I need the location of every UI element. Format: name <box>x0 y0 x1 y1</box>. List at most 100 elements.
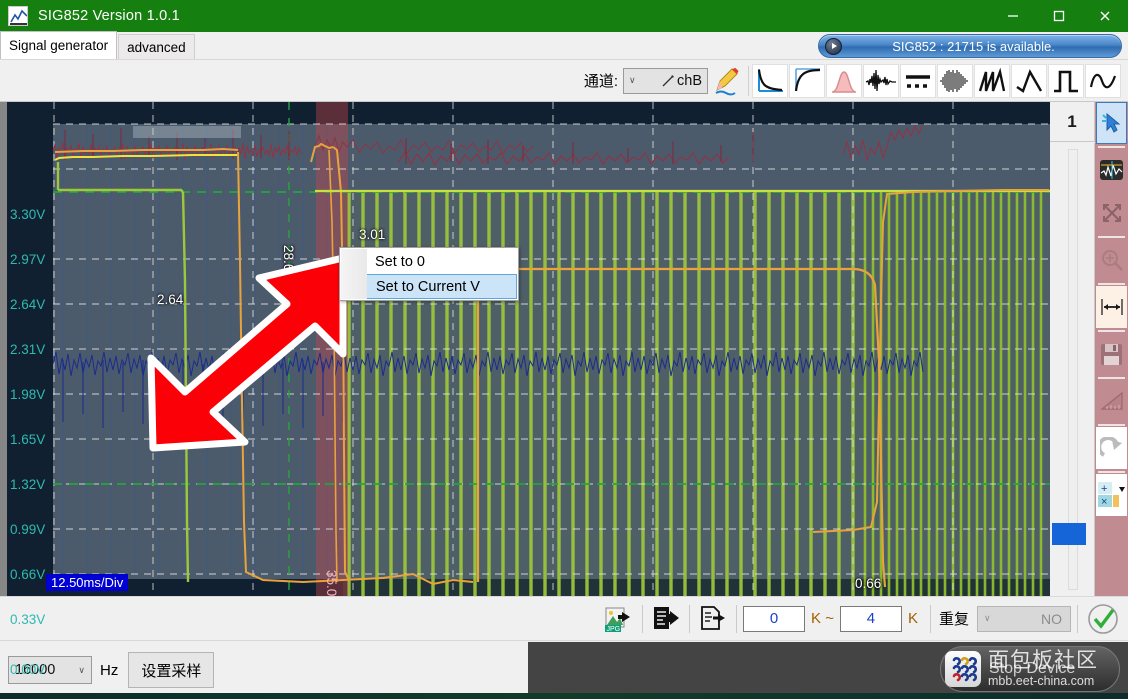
context-menu-gutter <box>341 249 367 299</box>
pencil-small-icon <box>662 74 674 86</box>
noise-burst-icon[interactable] <box>863 63 899 98</box>
redo-arrow-icon[interactable] <box>1096 427 1127 469</box>
chevron-down-icon: ∨ <box>984 613 991 623</box>
scrollbar-thumb[interactable] <box>1052 523 1086 545</box>
zoom-in-icon[interactable] <box>1096 239 1127 281</box>
y-tick-2: 2.64V <box>10 297 46 312</box>
waveform-thumb-icon[interactable] <box>1096 149 1127 191</box>
tab-advanced[interactable]: advanced <box>118 34 195 59</box>
desktop-taskbar <box>0 693 1128 699</box>
toolbar-divider <box>748 65 749 96</box>
y-tick-9: 0.33V <box>10 612 46 627</box>
palette-divider <box>1098 377 1125 379</box>
gaussian-icon[interactable] <box>826 63 862 98</box>
window-title: SIG852 Version 1.0.1 <box>38 8 180 24</box>
ruler-triangle-icon[interactable] <box>1096 380 1127 422</box>
status-notification[interactable]: SIG852 : 21715 is available. <box>818 34 1122 58</box>
plot-area[interactable]: 2.64 28.63 3.01 35.00 0.66 <box>53 102 1050 596</box>
palette-divider <box>1098 236 1125 238</box>
vertical-tool-palette: + × <box>1095 102 1128 596</box>
sine-icon[interactable] <box>1085 63 1121 98</box>
toolbar-divider <box>642 604 644 633</box>
toolbar-divider <box>1077 604 1078 633</box>
window-controls <box>990 0 1128 32</box>
triangle-icon[interactable] <box>1011 63 1047 98</box>
palette-divider <box>1098 424 1125 426</box>
repeat-value: NO <box>1041 610 1062 627</box>
menu-item-set-to-current-v[interactable]: Set to Current V <box>341 274 517 299</box>
dc-dashed-icon[interactable] <box>900 63 936 98</box>
svg-text:×: × <box>1101 496 1107 508</box>
y-tick-6: 1.32V <box>10 477 46 492</box>
bottom-toolbar: JPG 0 K ~ 4 K 重复 ∨ NO <box>0 596 1128 640</box>
add-remove-icon[interactable]: + × <box>1096 474 1127 516</box>
horizontal-measure-icon[interactable] <box>1096 286 1127 328</box>
channel-value: chB <box>661 73 702 89</box>
stop-device-button[interactable]: Stop Device <box>940 646 1120 692</box>
app-icon <box>8 6 28 26</box>
expand-arrows-icon[interactable] <box>1096 192 1127 234</box>
svg-text:+: + <box>1101 483 1107 495</box>
channel-number-label: 1 <box>1050 102 1095 142</box>
exp-decay-icon[interactable] <box>752 63 788 98</box>
y-tick-7: 0.99V <box>10 522 46 537</box>
play-circle-icon <box>825 37 842 55</box>
range-end-input[interactable]: 4 <box>839 605 902 632</box>
range-unit-left: K ~ <box>811 610 834 627</box>
pencil-edit-icon[interactable] <box>708 64 744 98</box>
export-jpg-icon[interactable]: JPG <box>602 602 636 636</box>
channel-label: 通道: <box>583 73 618 90</box>
time-per-division-badge: 12.50ms/Div <box>46 574 129 591</box>
stop-device-label: Stop Device <box>989 660 1076 677</box>
toolbar-divider <box>929 604 931 633</box>
import-document-icon[interactable] <box>696 602 730 636</box>
hz-unit-label: Hz <box>100 661 119 679</box>
square-icon[interactable] <box>1048 63 1084 98</box>
menu-item-set-to-0[interactable]: Set to 0 <box>341 249 517 274</box>
range-start-input[interactable]: 0 <box>743 605 806 632</box>
title-bar: SIG852 Version 1.0.1 <box>0 0 1128 32</box>
set-sample-button[interactable]: 设置采样 <box>128 652 215 688</box>
application-window: SIG852 Version 1.0.1 Signal generator ad… <box>0 0 1128 699</box>
y-tick-5: 1.65V <box>10 432 46 447</box>
waveform-toolbar: 通道: ∨ chB <box>0 60 1128 102</box>
notification-text: SIG852 : 21715 is available. <box>892 38 1055 54</box>
chevron-down-icon: ∨ <box>78 664 85 675</box>
minimize-button[interactable] <box>990 0 1036 32</box>
am-noise-icon[interactable] <box>937 63 973 98</box>
palette-divider <box>1098 330 1125 332</box>
sawtooth-icon[interactable] <box>974 63 1010 98</box>
maximize-button[interactable] <box>1036 0 1082 32</box>
y-tick-4: 1.98V <box>10 387 46 402</box>
y-tick-3: 2.31V <box>10 342 46 357</box>
exp-rise-icon[interactable] <box>789 63 825 98</box>
toolbar-divider <box>689 604 691 633</box>
save-floppy-icon[interactable] <box>1096 333 1127 375</box>
tab-signal-generator[interactable]: Signal generator <box>0 31 118 59</box>
right-panel: 1 + × <box>1050 102 1128 596</box>
close-button[interactable] <box>1082 0 1128 32</box>
channel-select[interactable]: ∨ chB <box>623 67 708 94</box>
repeat-label: 重复 <box>938 611 969 628</box>
chevron-down-icon: ∨ <box>629 75 636 85</box>
toolbar-divider <box>736 604 738 633</box>
waveform-svg <box>53 102 1050 596</box>
oscilloscope-graph[interactable]: 2.64 28.63 3.01 35.00 0.66 Set to 0 Set … <box>7 102 1050 596</box>
y-tick-0: 3.30V <box>10 207 46 222</box>
palette-divider <box>1098 471 1125 473</box>
repeat-select[interactable]: ∨ NO <box>977 605 1071 632</box>
palette-divider <box>1098 146 1125 148</box>
graph-container: 2.64 28.63 3.01 35.00 0.66 Set to 0 Set … <box>0 102 1128 677</box>
device-logo-icon <box>945 651 981 687</box>
y-tick-10: 0.00V <box>10 662 46 677</box>
y-tick-1: 2.97V <box>10 252 46 267</box>
y-axis: 3.30V 2.97V 2.64V 2.31V 1.98V 1.65V 1.32… <box>7 102 53 677</box>
cursor-arrow-icon[interactable] <box>1096 102 1127 144</box>
palette-divider <box>1098 283 1125 285</box>
confirm-button[interactable] <box>1084 600 1122 638</box>
context-menu[interactable]: Set to 0 Set to Current V <box>339 247 519 301</box>
y-tick-8: 0.66V <box>10 567 46 582</box>
vertical-scrollbar[interactable] <box>1050 143 1095 596</box>
svg-text:JPG: JPG <box>607 626 621 633</box>
export-document-icon[interactable] <box>649 602 683 636</box>
